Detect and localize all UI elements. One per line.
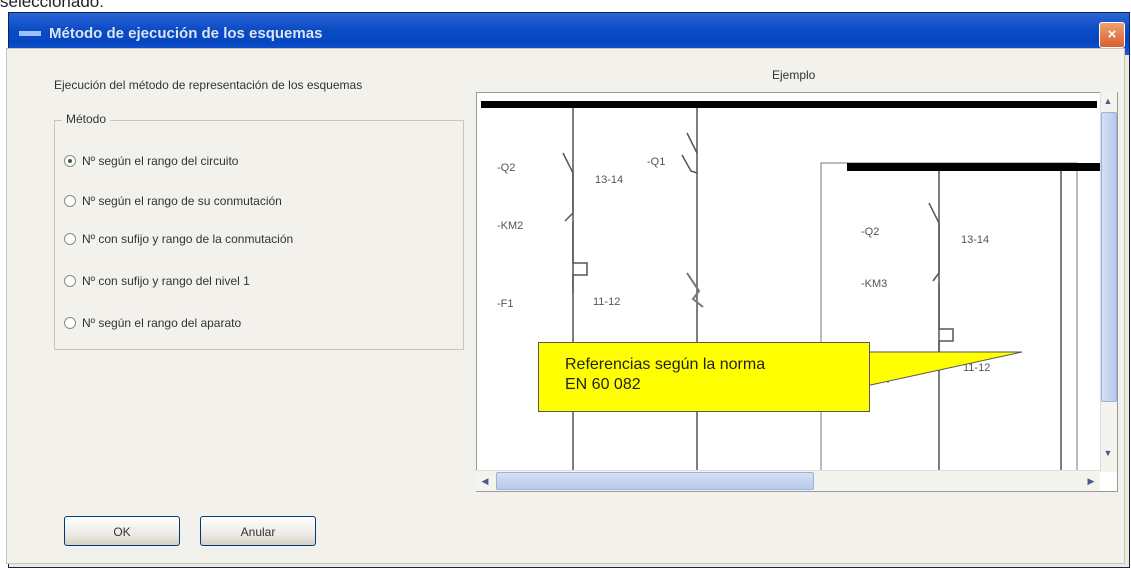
terminal-label: 13-14 bbox=[595, 174, 623, 186]
preview-label: Ejemplo bbox=[772, 68, 816, 82]
window-menu-icon[interactable] bbox=[19, 31, 41, 36]
scroll-up-arrow-icon[interactable]: ▲ bbox=[1101, 94, 1115, 108]
callout-line-2: EN 60 082 bbox=[565, 376, 641, 393]
radio-button[interactable] bbox=[64, 155, 76, 167]
window-title: Método de ejecución de los esquemas bbox=[49, 25, 323, 42]
page-caption: seleccionado: bbox=[0, 0, 104, 11]
method-option-2[interactable]: Nº según el rango de su conmutación bbox=[64, 192, 282, 210]
option-label: Nº con sufijo y rango del nivel 1 bbox=[82, 274, 250, 288]
horizontal-scroll-thumb[interactable] bbox=[496, 472, 814, 490]
terminal-label: 13-14 bbox=[961, 234, 989, 246]
component-label: -Q1 bbox=[647, 156, 665, 168]
coil-symbol bbox=[686, 272, 704, 308]
option-label: Nº según el rango de su conmutación bbox=[82, 194, 282, 208]
scroll-left-arrow-icon[interactable]: ◀ bbox=[478, 474, 492, 488]
terminal-label: 11-12 bbox=[963, 362, 990, 374]
option-label: Nº con sufijo y rango de la conmutación bbox=[82, 232, 294, 246]
vertical-scroll-thumb[interactable] bbox=[1101, 112, 1117, 402]
radio-button[interactable] bbox=[64, 195, 76, 207]
detail-frame bbox=[820, 162, 1078, 482]
contact-symbol bbox=[562, 152, 588, 293]
component-label: -Q2 bbox=[861, 226, 879, 238]
contact-symbol bbox=[681, 132, 698, 174]
terminal-label: 11-12 bbox=[593, 296, 620, 308]
method-option-1[interactable]: Nº según el rango del circuito bbox=[64, 152, 238, 170]
option-label: Nº según el rango del aparato bbox=[82, 316, 242, 330]
method-option-5[interactable]: Nº según el rango del aparato bbox=[64, 314, 241, 332]
radio-button[interactable] bbox=[64, 233, 76, 245]
component-label: -Q2 bbox=[497, 162, 515, 174]
scroll-down-arrow-icon[interactable]: ▼ bbox=[1101, 446, 1115, 460]
component-label: -F bbox=[883, 374, 894, 386]
option-label: Nº según el rango del circuito bbox=[82, 154, 239, 168]
callout-line-1: Referencias según la norma bbox=[565, 356, 766, 373]
schematic-diagram: -Q2 13-14 -Q1 -KM2 -F1 11-12 -Q2 13-14 -… bbox=[481, 101, 1103, 482]
method-description: Ejecución del método de representación d… bbox=[54, 78, 363, 92]
radio-button[interactable] bbox=[64, 275, 76, 287]
method-group-label: Método bbox=[62, 112, 111, 126]
reference-callout: Referencias según la norma EN 60 082 bbox=[538, 342, 870, 412]
component-label: -KM2 bbox=[497, 220, 523, 232]
detail-bus-bar bbox=[847, 163, 1103, 171]
method-option-4[interactable]: Nº con sufijo y rango del nivel 1 bbox=[64, 272, 250, 290]
cancel-button[interactable]: Anular bbox=[200, 516, 316, 546]
ok-button[interactable]: OK bbox=[64, 516, 180, 546]
contact-symbol bbox=[928, 202, 954, 355]
bus-bar bbox=[481, 101, 1097, 108]
component-label: -KM3 bbox=[861, 278, 887, 290]
scroll-right-arrow-icon[interactable]: ▶ bbox=[1084, 474, 1098, 488]
close-icon[interactable]: × bbox=[1099, 22, 1125, 48]
schematic-preview: -Q2 13-14 -Q1 -KM2 -F1 11-12 -Q2 13-14 -… bbox=[476, 92, 1118, 492]
component-label: -F1 bbox=[497, 298, 514, 310]
radio-button[interactable] bbox=[64, 317, 76, 329]
method-option-3[interactable]: Nº con sufijo y rango de la conmutación bbox=[64, 230, 293, 248]
